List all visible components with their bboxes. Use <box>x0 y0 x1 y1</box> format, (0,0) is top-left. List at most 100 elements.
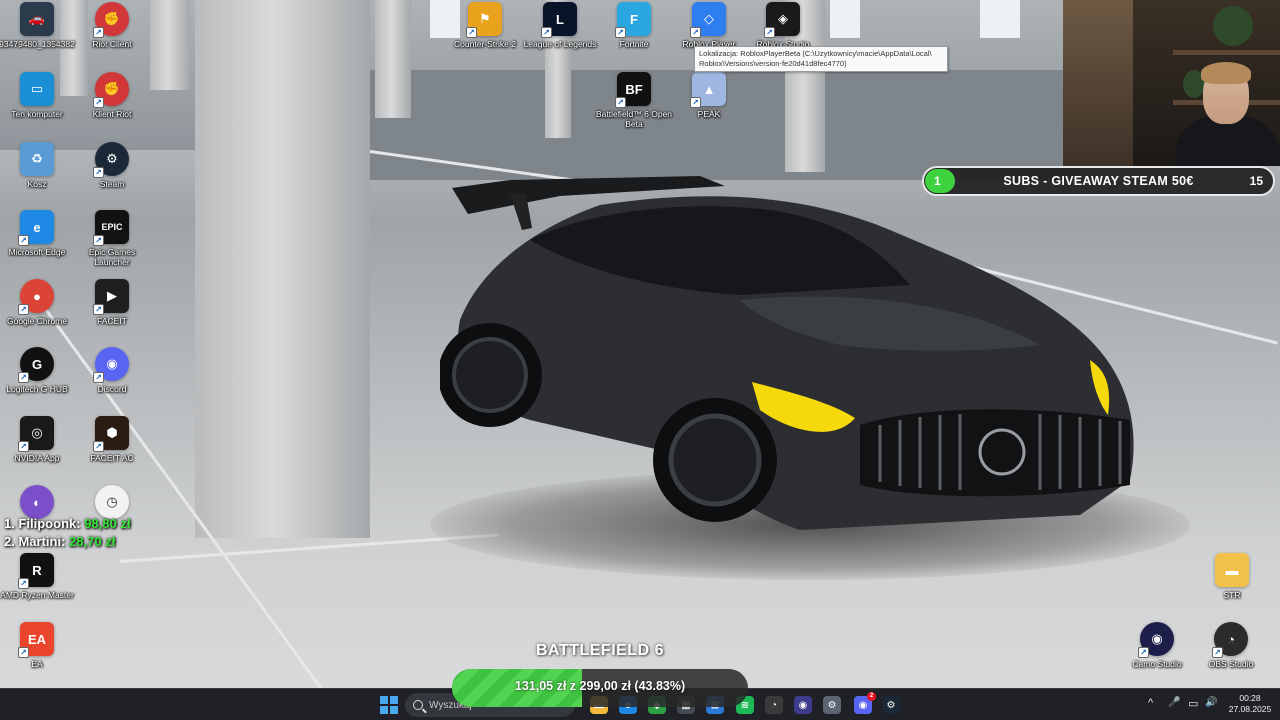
display-icon[interactable]: ▭ <box>1188 697 1198 710</box>
desktop-icon-ryzen[interactable]: R ↗ AMD Ryzen Master <box>0 553 74 600</box>
volume-icon[interactable]: 🔊 <box>1205 697 1217 708</box>
desktop-icon-label: Steam <box>99 179 125 189</box>
desktop-icon-label: League of Legends <box>523 39 597 49</box>
shortcut-arrow-icon: ↗ <box>18 372 29 383</box>
shortcut-arrow-icon: ↗ <box>1138 647 1149 658</box>
desktop-icon-camo[interactable]: ◉ ↗ Camo Studio <box>1121 622 1193 669</box>
folder-icon: ▬ <box>1215 553 1249 587</box>
desktop-icon-label: Battlefield™ 6 Open Beta <box>595 109 673 129</box>
desktop-icon-steam[interactable]: ⚙ ↗ Steam <box>76 142 148 189</box>
shortcut-arrow-icon: ↗ <box>541 27 552 38</box>
wallpaper-window <box>980 0 1020 38</box>
desktop-icon-battlefield[interactable]: BF ↗ Battlefield™ 6 Open Beta <box>595 72 673 129</box>
taskbar-app-obs[interactable]: ◔ <box>765 696 783 714</box>
donor-name: Martini: <box>18 534 66 549</box>
desktop-icon-fortnite[interactable]: F ↗ Fortnite <box>598 2 670 49</box>
taskbar-app-discord[interactable]: ◉ 2 <box>854 692 876 714</box>
desktop-icon-faceit-ac[interactable]: ⬢ ↗ FACEIT AC <box>76 416 148 463</box>
monitor-icon: ▭ <box>20 72 54 106</box>
desktop-icon-label: AMD Ryzen Master <box>0 590 74 600</box>
wallpaper-main-pillar <box>195 0 370 538</box>
clock-date: 27.08.2025 <box>1228 704 1272 714</box>
desktop-icon-label: FACEIT <box>97 316 127 326</box>
desktop-icon-lol[interactable]: L ↗ League of Legends <box>524 2 596 49</box>
tooltip-line: Roblox\Versions\version-fe20d41d8fec4770… <box>699 59 847 68</box>
windows-logo-icon <box>380 696 389 705</box>
discord-icon: ◉ <box>858 699 868 711</box>
windows-logo-icon <box>389 705 398 714</box>
shortcut-arrow-icon: ↗ <box>93 441 104 452</box>
tray-overflow-chevron-icon[interactable]: ^ <box>1148 697 1153 709</box>
shortcut-arrow-icon: ↗ <box>93 372 104 383</box>
camo-icon: ◉ <box>798 699 808 711</box>
edge-icon: e ↗ <box>18 210 54 246</box>
windows-logo-icon <box>380 705 389 714</box>
donor-entry: 2. Martini: 28,70 zł <box>4 533 130 551</box>
purple-app-icon: ◐ <box>20 485 54 519</box>
gear-icon: ⚙ <box>827 699 837 711</box>
desktop-icon-klient-riot[interactable]: ✊ ↗ Klient Riot <box>76 72 148 119</box>
desktop-icon-google-chrome[interactable]: ● ↗ Google Chrome <box>1 279 73 326</box>
shortcut-arrow-icon: ↗ <box>93 235 104 246</box>
desktop-icon-label: FACEIT AC <box>90 453 134 463</box>
recycle-bin-icon: ♻ <box>20 142 54 176</box>
obs-icon: ◔ <box>770 699 778 711</box>
wallpaper-pillar <box>150 0 190 90</box>
taskbar-app-settings[interactable]: ⚙ <box>823 696 841 714</box>
desktop-icon-faceit[interactable]: ▶ ↗ FACEIT <box>76 279 148 326</box>
car-image <box>440 176 1134 530</box>
donor-amount: 28,70 zł <box>69 534 116 549</box>
desktop-icon-label: PEAK <box>697 109 721 119</box>
desktop-icon-label: Microsoft Edge <box>8 247 66 257</box>
desktop-icon-epic-games[interactable]: EPIC ↗ Epic Games Launcher <box>76 210 148 267</box>
taskbar-clock[interactable]: 00:28 27.08.2025 <box>1224 693 1276 715</box>
shortcut-arrow-icon: ↗ <box>615 97 626 108</box>
taskbar-app-steam[interactable]: ⚙ <box>882 696 900 714</box>
desktop-icon-kosz[interactable]: ♻ Kosz <box>1 142 73 189</box>
desktop-icon-str-folder[interactable]: ▬ STR <box>1196 553 1268 600</box>
fortnite-icon: F ↗ <box>615 2 651 38</box>
taskbar-app-camo[interactable]: ◉ <box>794 696 812 714</box>
shortcut-arrow-icon: ↗ <box>466 27 477 38</box>
desktop-icon-roblox-player[interactable]: ◇ ↗ Roblox Player <box>673 2 745 49</box>
peak-icon: ▲ ↗ <box>690 72 726 108</box>
desktop-icon-label: Riot Client <box>92 39 132 49</box>
desktop-icon-label: NVIDIA App <box>14 453 60 463</box>
desktop-icon-ea[interactable]: EA ↗ EA <box>1 622 73 669</box>
tooltip-line: Lokalizacja: RobloxPlayerBeta (C:\Uzytko… <box>699 49 932 58</box>
shortcut-arrow-icon: ↗ <box>93 304 104 315</box>
logitech-icon: G ↗ <box>18 347 54 383</box>
desktop-icon-label: Klient Riot <box>92 109 132 119</box>
desktop-icon-roblox-studio[interactable]: ◈ ↗ Roblox Studio <box>747 2 819 49</box>
screenshot-icon: 🚗 <box>20 2 54 36</box>
desktop-icon-logitech[interactable]: G ↗ Logitech G HUB <box>1 347 73 394</box>
start-button[interactable] <box>380 696 398 714</box>
desktop-icon-riot-client[interactable]: ✊ ↗ Riot Client <box>76 2 148 49</box>
riot-fist-icon: ✊ ↗ <box>93 2 129 38</box>
ryzen-icon: R ↗ <box>18 553 54 589</box>
desktop-icon-peak[interactable]: ▲ ↗ PEAK <box>673 72 745 119</box>
desktop-icon-label: 93479480_1354382 <box>0 39 75 49</box>
subs-goal-target: 15 <box>1249 174 1263 188</box>
desktop-icon-microsoft-edge[interactable]: e ↗ Microsoft Edge <box>1 210 73 257</box>
faceit-ac-icon: ⬢ ↗ <box>93 416 129 452</box>
desktop-icon-cs2[interactable]: ⚑ ↗ Counter-Strike 2 <box>449 2 521 49</box>
desktop-icon-label: EA <box>31 659 43 669</box>
desktop-icon-ten-komputer[interactable]: ▭ Ten komputer <box>1 72 73 119</box>
battlefield-icon: BF ↗ <box>615 72 651 108</box>
desktop-icon-discord[interactable]: ◉ ↗ Discord <box>76 347 148 394</box>
donor-name: Filipoonk: <box>18 516 81 531</box>
webcam-plant <box>1213 6 1253 46</box>
shortcut-arrow-icon: ↗ <box>615 27 626 38</box>
shortcut-arrow-icon: ↗ <box>1212 647 1223 658</box>
windows-logo-icon <box>389 696 398 705</box>
desktop-icon-label: Discord <box>97 384 127 394</box>
microphone-icon[interactable]: 🎤 <box>1168 697 1180 708</box>
desktop-icon-nvidia[interactable]: ◎ ↗ NVIDIA App <box>1 416 73 463</box>
webcam-shelf <box>1173 50 1280 55</box>
shortcut-arrow-icon: ↗ <box>93 27 104 38</box>
shortcut-arrow-icon: ↗ <box>18 304 29 315</box>
shortcut-arrow-icon: ↗ <box>690 27 701 38</box>
desktop-icon-hashid[interactable]: 🚗 93479480_1354382 <box>0 2 75 49</box>
desktop-icon-obs[interactable]: ◔ ↗ OBS Studio <box>1195 622 1267 669</box>
